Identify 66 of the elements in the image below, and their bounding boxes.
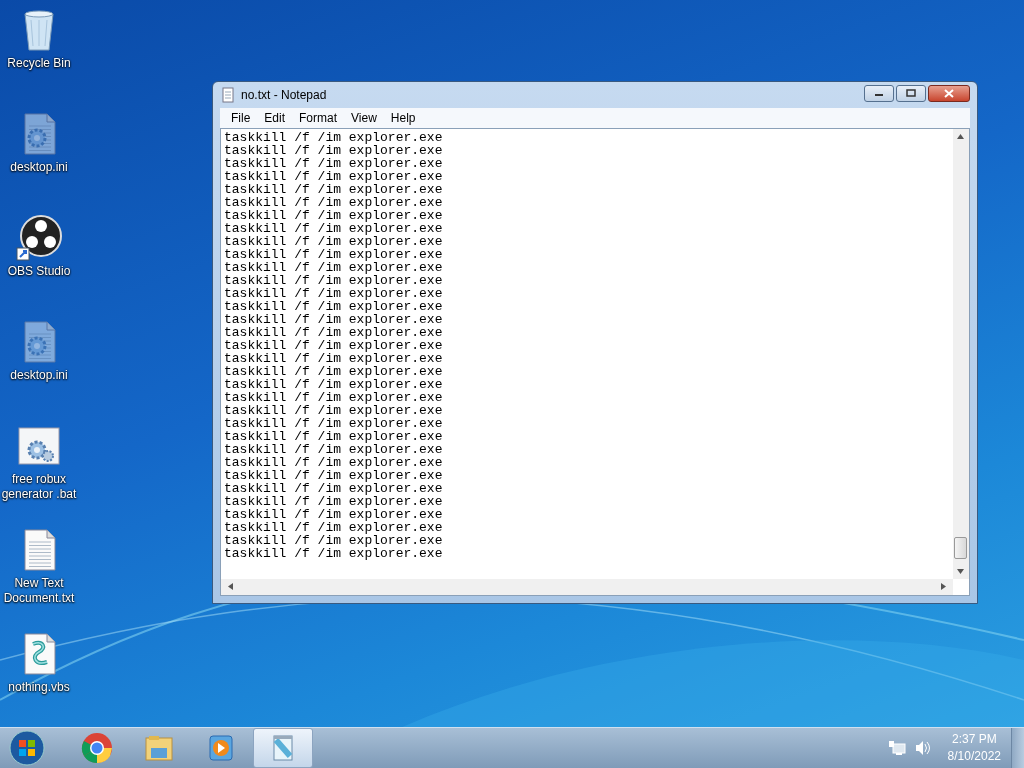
text-line: taskkill /f /im explorer.exe [224, 300, 444, 313]
window-title: no.txt - Notepad [241, 88, 328, 102]
desktop-icon-label[interactable]: New Text Document.txt [0, 576, 78, 606]
horizontal-scrollbar[interactable] [221, 579, 953, 595]
start-orb-icon[interactable] [7, 729, 47, 767]
text-line: taskkill /f /im explorer.exe [224, 222, 444, 235]
text-line: taskkill /f /im explorer.exe [224, 287, 444, 300]
scroll-thumb[interactable] [954, 537, 967, 559]
text-line: taskkill /f /im explorer.exe [224, 534, 444, 547]
text-line: taskkill /f /im explorer.exe [224, 495, 444, 508]
text-line: taskkill /f /im explorer.exe [224, 417, 444, 430]
text-line: taskkill /f /im explorer.exe [224, 196, 444, 209]
text-line: taskkill /f /im explorer.exe [224, 521, 444, 534]
text-line: taskkill /f /im explorer.exe [224, 261, 444, 274]
desktop-icon-label[interactable]: nothing.vbs [0, 680, 78, 695]
vertical-scrollbar[interactable] [953, 129, 969, 579]
menu-item[interactable]: View [344, 111, 384, 125]
scroll-down-icon[interactable] [957, 568, 964, 575]
text-line: taskkill /f /im explorer.exe [224, 469, 444, 482]
notepad-icon [220, 87, 236, 103]
text-line: taskkill /f /im explorer.exe [224, 391, 444, 404]
desktop-icon-label[interactable]: desktop.ini [0, 368, 78, 383]
menu-item[interactable]: Edit [257, 111, 293, 125]
text-line: taskkill /f /im explorer.exe [224, 352, 444, 365]
text-line: taskkill /f /im explorer.exe [224, 157, 444, 170]
text-line: taskkill /f /im explorer.exe [224, 456, 444, 469]
maximize-button[interactable] [896, 84, 926, 102]
desktop-icon-label[interactable]: free robux generator .bat [0, 472, 78, 502]
desktop-icon-label[interactable]: OBS Studio [0, 264, 78, 279]
minimize-button[interactable] [864, 84, 894, 102]
network-icon[interactable] [887, 740, 906, 756]
text-line: taskkill /f /im explorer.exe [224, 248, 444, 261]
taskbar-button[interactable] [253, 728, 313, 768]
menu-item[interactable]: Help [383, 111, 423, 125]
text-line: taskkill /f /im explorer.exe [224, 547, 444, 560]
text-line: taskkill /f /im explorer.exe [224, 170, 444, 183]
menu-item[interactable]: File [224, 111, 258, 125]
text-line: taskkill /f /im explorer.exe [224, 430, 444, 443]
text-line: taskkill /f /im explorer.exe [224, 482, 444, 495]
text-line: taskkill /f /im explorer.exe [224, 131, 444, 144]
scroll-right-icon[interactable] [940, 583, 947, 590]
text-line: taskkill /f /im explorer.exe [224, 274, 444, 287]
text-line: taskkill /f /im explorer.exe [224, 339, 444, 352]
text-line: taskkill /f /im explorer.exe [224, 313, 444, 326]
text-line: taskkill /f /im explorer.exe [224, 183, 444, 196]
desktop-icon-label[interactable]: Recycle Bin [0, 56, 78, 71]
scroll-left-icon[interactable] [227, 583, 234, 590]
text-line: taskkill /f /im explorer.exe [224, 326, 444, 339]
close-button[interactable] [928, 84, 970, 102]
maximize-icon [906, 89, 916, 97]
obs-logo-icon[interactable] [15, 214, 63, 262]
text-line: taskkill /f /im explorer.exe [224, 404, 444, 417]
text-line: taskkill /f /im explorer.exe [224, 378, 444, 391]
text-line: taskkill /f /im explorer.exe [224, 235, 444, 248]
show-desktop-button[interactable] [1011, 728, 1024, 768]
close-icon [944, 88, 954, 98]
text-line: taskkill /f /im explorer.exe [224, 144, 444, 157]
text-line: taskkill /f /im explorer.exe [224, 443, 444, 456]
chrome-icon [81, 732, 113, 764]
text-line: taskkill /f /im explorer.exe [224, 365, 444, 378]
menu-item[interactable]: Format [292, 111, 345, 125]
text-line: taskkill /f /im explorer.exe [224, 209, 444, 222]
desktop-icon-label[interactable]: desktop.ini [0, 160, 78, 175]
text-line: taskkill /f /im explorer.exe [224, 508, 444, 521]
scroll-up-icon[interactable] [957, 133, 964, 140]
speaker-icon[interactable] [913, 740, 932, 756]
